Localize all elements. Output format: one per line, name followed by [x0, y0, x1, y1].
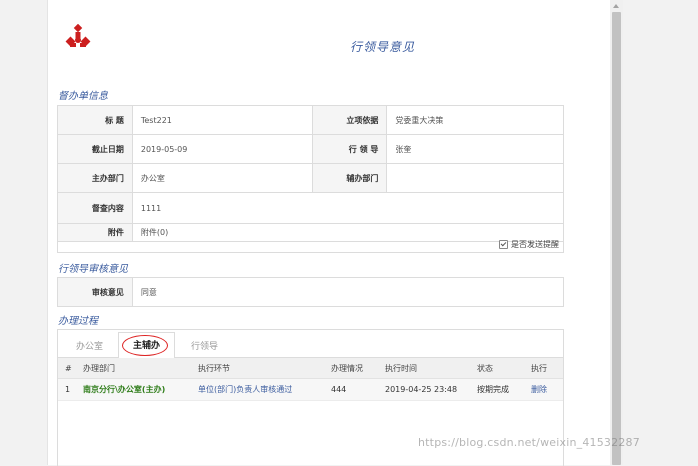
basis-label: 立项依据	[311, 105, 388, 135]
content-label: 督查内容	[57, 192, 133, 224]
row-result: 444	[331, 378, 385, 401]
bank-logo-icon	[65, 24, 91, 47]
table-header-row: # 办理部门 执行环节 办理情况 执行时间 状态 执行	[58, 358, 563, 379]
assist-dept-value	[386, 163, 564, 193]
remind-label: 是否发送提醒	[511, 240, 559, 249]
assist-dept-label: 辅办部门	[311, 163, 388, 193]
section-title-review: 行领导审核意见	[58, 264, 128, 275]
scroll-thumb[interactable]	[612, 12, 621, 465]
process-table: # 办理部门 执行环节 办理情况 执行时间 状态 执行 1 南京分行\办公室(主…	[58, 358, 563, 401]
leader-value: 张奎	[386, 134, 564, 164]
title-value: Test221	[131, 105, 313, 135]
content-value: 1111	[131, 192, 565, 224]
col-header-result: 办理情况	[331, 358, 385, 379]
col-header-action: 执行	[531, 358, 563, 379]
basis-value: 党委重大决策	[386, 105, 564, 135]
process-tabs: 办公室 主辅办 行领导	[58, 330, 563, 360]
remind-checkbox[interactable]	[499, 240, 508, 249]
tab-office[interactable]: 办公室	[76, 339, 103, 352]
leader-label: 行 领 导	[311, 134, 388, 164]
review-table: 审核意见 同意	[57, 277, 565, 307]
row-time: 2019-04-25 23:48	[385, 378, 477, 401]
table-row: 1 南京分行\办公室(主办) 单位(部门)负责人审核通过 444 2019-04…	[58, 378, 563, 401]
col-header-dept: 办理部门	[83, 358, 198, 379]
deadline-label: 截止日期	[57, 134, 133, 164]
col-header-state: 状态	[477, 358, 531, 379]
lead-dept-label: 主办部门	[57, 163, 133, 193]
row-state: 按期完成	[477, 378, 531, 401]
page-title: 行领导意见	[350, 40, 416, 54]
row-step[interactable]: 单位(部门)负责人审核通过	[198, 378, 331, 401]
vertical-scrollbar[interactable]	[610, 0, 623, 465]
review-value: 同意	[131, 277, 565, 307]
info-table: 标 题 Test221 立项依据 党委重大决策 截止日期 2019-05-09 …	[57, 105, 565, 242]
delete-link[interactable]: 删除	[531, 378, 563, 401]
highlight-circle	[122, 335, 168, 356]
title-label: 标 题	[57, 105, 133, 135]
row-dept: 南京分行\办公室(主办)	[83, 378, 198, 401]
col-header-no: #	[58, 358, 83, 379]
scroll-up-arrow-icon[interactable]	[613, 4, 619, 8]
section-title-process: 办理过程	[58, 316, 98, 327]
remind-row: 是否发送提醒	[57, 237, 564, 253]
col-header-time: 执行时间	[385, 358, 477, 379]
deadline-value: 2019-05-09	[131, 134, 313, 164]
tab-leader[interactable]: 行领导	[191, 339, 218, 352]
lead-dept-value: 办公室	[131, 163, 313, 193]
col-header-step: 执行环节	[198, 358, 331, 379]
section-title-info: 督办单信息	[58, 91, 108, 102]
watermark-text: https://blog.csdn.net/weixin_41532287	[418, 436, 640, 449]
review-label: 审核意见	[57, 277, 133, 307]
remind-option[interactable]: 是否发送提醒	[499, 239, 559, 250]
row-no: 1	[58, 378, 83, 401]
